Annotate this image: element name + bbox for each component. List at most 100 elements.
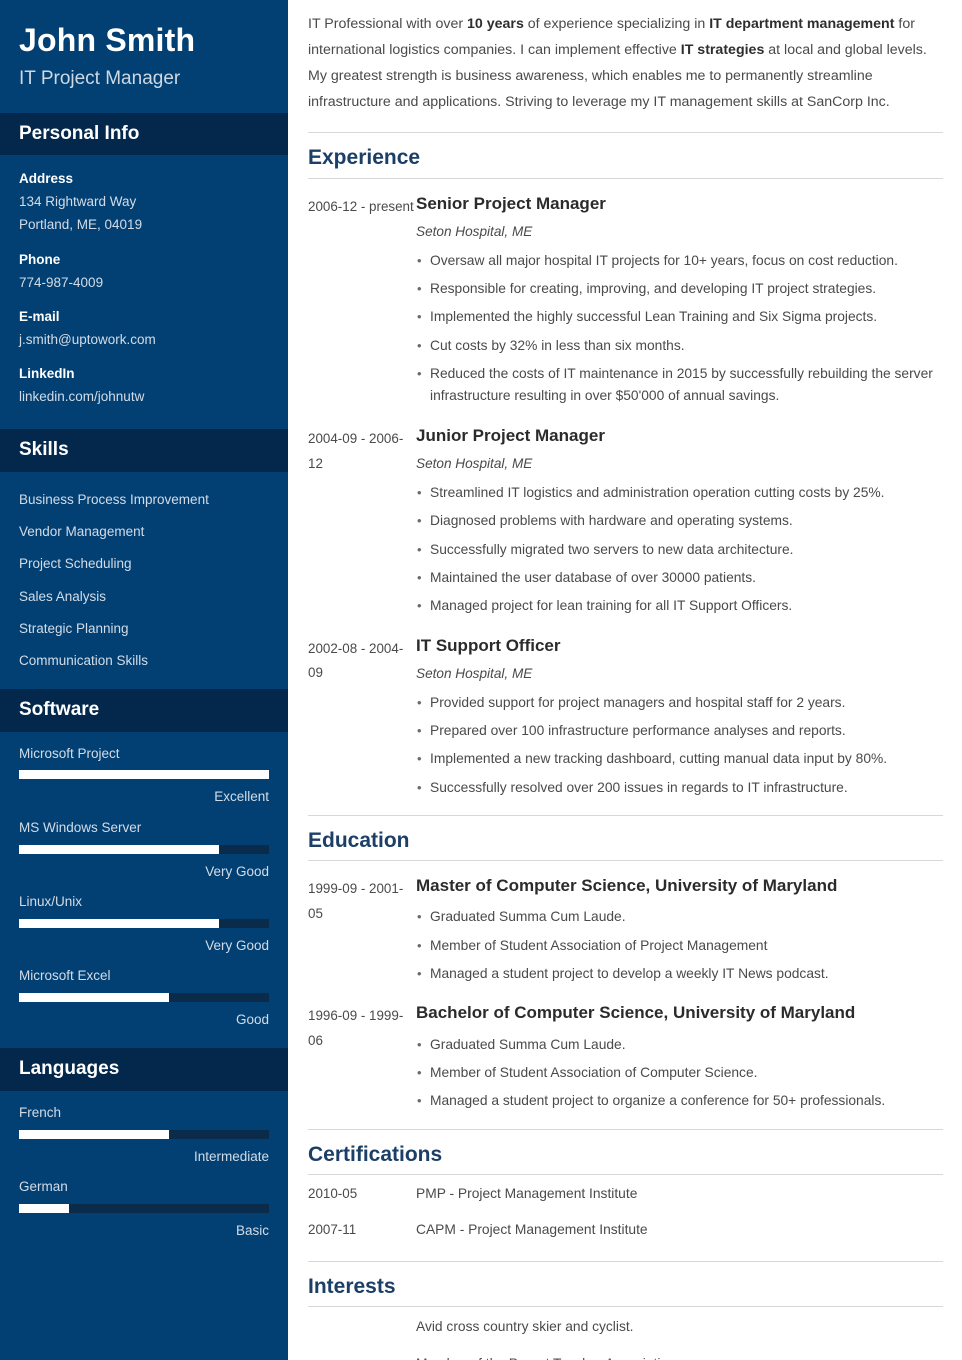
- software-level-label: Excellent: [214, 789, 269, 805]
- experience-section: Experience 2006-12 - present Senior Proje…: [308, 132, 943, 802]
- entry-row: 1999-09 - 2001-05 Master of Computer Scie…: [308, 861, 943, 988]
- language-level-label: Basic: [235, 1222, 269, 1238]
- certification-date: 2007-11: [308, 1222, 357, 1238]
- entry-bullet: Managed a student project to develop a w…: [416, 960, 943, 988]
- software-bar-fill: [19, 918, 219, 928]
- entry-bullet: Provided support for project managers an…: [416, 689, 943, 717]
- entry-body: Bachelor of Computer Science, University…: [416, 1002, 943, 1115]
- entry-bullets: Graduated Summa Cum Laude.Member of Stud…: [416, 1031, 943, 1116]
- entry-bullet: Prepared over 100 infrastructure perform…: [416, 717, 943, 745]
- section-band-skills: Skills: [0, 429, 288, 472]
- interests-heading: Interests: [308, 1261, 943, 1308]
- languages-list: French Intermediate German Basic: [0, 1091, 288, 1259]
- certifications-section: Certifications 2010-05 PMP - Project Mana…: [308, 1128, 943, 1249]
- candidate-role: IT Project Manager: [19, 67, 181, 89]
- certification-name: PMP - Project Management Institute: [416, 1185, 638, 1201]
- software-level-label: Good: [235, 1011, 269, 1027]
- summary-emphasis: 10 years: [467, 16, 524, 32]
- language-bar-fill: [19, 1129, 169, 1139]
- entry-date: 1999-09 - 2001-05: [308, 881, 404, 922]
- summary-text-run: of experience specializing in: [523, 16, 710, 32]
- interest-row: Member of the Parent Teacher Association…: [308, 1344, 943, 1360]
- certification-row: 2007-11 CAPM - Project Management Institu…: [308, 1211, 943, 1248]
- skill-item: Strategic Planning: [19, 620, 129, 636]
- education-entries: 1999-09 - 2001-05 Master of Computer Scie…: [308, 861, 943, 1115]
- certification-date: 2010-05: [308, 1185, 358, 1201]
- certification-name: CAPM - Project Management Institute: [416, 1222, 648, 1238]
- summary-emphasis: IT strategies: [680, 41, 765, 58]
- entry-subtitle: Seton Hospital, ME: [416, 455, 533, 471]
- section-band-languages: Languages: [0, 1048, 288, 1092]
- summary-emphasis: IT department management: [709, 16, 895, 32]
- personal-info-value: Portland, ME, 04019: [19, 217, 143, 233]
- entry-bullet: Managed a student project to organize a …: [416, 1087, 943, 1115]
- personal-info-value: j.smith@uptowork.com: [19, 331, 156, 347]
- entry-bullet: Streamlined IT logistics and administrat…: [416, 479, 943, 507]
- entry-bullets: Streamlined IT logistics and administrat…: [416, 479, 943, 621]
- certification-row: 2010-05 PMP - Project Management Institut…: [308, 1175, 943, 1212]
- entry-bullet: Successfully migrated two servers to new…: [416, 536, 943, 564]
- language-bar-fill: [19, 1203, 69, 1213]
- interests-section: Interests Avid cross country skier and c…: [308, 1261, 943, 1360]
- entry-bullet: Member of Student Association of Project…: [416, 932, 943, 960]
- entry-bullet: Managed project for lean training for al…: [416, 592, 943, 620]
- personal-info-group: Phone 774-987-4009: [19, 250, 269, 294]
- software-bar-fill: [19, 992, 169, 1002]
- software-level-label: Very Good: [205, 937, 269, 953]
- entry-bullets: Graduated Summa Cum Laude.Member of Stud…: [416, 903, 943, 988]
- personal-info-value: 134 Rightward Way: [19, 194, 137, 210]
- personal-info-group: Address 134 Rightward Way Portland, ME, 04…: [19, 169, 269, 236]
- personal-info-group: LinkedIn linkedin.com/johnutw: [19, 364, 269, 408]
- skill-item: Communication Skills: [19, 652, 149, 668]
- section-band-personal-info: Personal Info: [0, 112, 288, 156]
- skills-list: Business Process Improvement Vendor Manag…: [0, 472, 288, 689]
- summary-text-run: IT Professional with over: [308, 16, 468, 32]
- sidebar-header: John Smith IT Project Manager: [0, 0, 288, 113]
- entry-title: Junior Project Manager: [416, 425, 605, 445]
- software-bar-track: [19, 918, 269, 928]
- software-name: Microsoft Project: [19, 745, 120, 761]
- entry-row: 1996-09 - 1999-06 Bachelor of Computer Sc…: [308, 988, 943, 1115]
- interest-date-spacer: [308, 1317, 416, 1338]
- entry-title: Master of Computer Science, University o…: [416, 876, 838, 896]
- language-item: German Basic: [19, 1178, 269, 1239]
- resume-document: John Smith IT Project Manager Personal I…: [0, 0, 962, 1360]
- entry-subtitle: Seton Hospital, ME: [416, 223, 533, 239]
- entry-bullet: Responsible for creating, improving, and…: [416, 275, 943, 303]
- software-name: MS Windows Server: [19, 820, 142, 836]
- entry-bullet: Cut costs by 32% in less than six months…: [416, 332, 943, 360]
- candidate-name: John Smith: [19, 22, 196, 58]
- entry-date: 2002-08 - 2004-09: [308, 640, 404, 681]
- software-bar-track: [19, 844, 269, 854]
- software-bar-track: [19, 992, 269, 1002]
- education-heading: Education: [308, 815, 943, 862]
- entry-bullet: Oversaw all major hospital IT projects f…: [416, 247, 943, 275]
- personal-info-value: 774-987-4009: [19, 274, 104, 290]
- software-level-label: Very Good: [205, 863, 269, 879]
- interest-text: Avid cross country skier and cyclist.: [416, 1319, 634, 1335]
- entry-body: Junior Project Manager Seton Hospital, ME…: [416, 425, 943, 621]
- language-level-label: Intermediate: [193, 1148, 269, 1164]
- entry-bullet: Graduated Summa Cum Laude.: [416, 1031, 943, 1059]
- entry-date: 1996-09 - 1999-06: [308, 1008, 404, 1049]
- language-bar-track: [19, 1129, 269, 1139]
- entry-bullet: Reduced the costs of IT maintenance in 2…: [416, 360, 943, 411]
- entry-body: IT Support Officer Seton Hospital, ME Prov…: [416, 635, 943, 803]
- skill-item: Project Scheduling: [19, 556, 132, 572]
- entry-bullets: Provided support for project managers an…: [416, 689, 943, 802]
- interest-date-spacer: [308, 1354, 416, 1360]
- entry-row: 2006-12 - present Senior Project Manager S…: [308, 179, 943, 411]
- software-bar-fill: [19, 770, 269, 780]
- entry-bullet: Diagnosed problems with hardware and ope…: [416, 507, 943, 535]
- personal-info-label: LinkedIn: [19, 365, 75, 381]
- personal-info-label: E-mail: [19, 308, 60, 324]
- experience-entries: 2006-12 - present Senior Project Manager S…: [308, 179, 943, 803]
- entry-bullet: Successfully resolved over 200 issues in…: [416, 774, 943, 802]
- language-name: French: [19, 1105, 62, 1121]
- entry-date: 2004-09 - 2006-12: [308, 430, 404, 471]
- education-section: Education 1999-09 - 2001-05 Master of Com…: [308, 815, 943, 1115]
- entry-subtitle: Seton Hospital, ME: [416, 665, 533, 681]
- software-list: Microsoft Project Excellent MS Windows Ser…: [0, 732, 288, 1048]
- entry-row: 2004-09 - 2006-12 Junior Project Manager S…: [308, 411, 943, 621]
- software-item: Linux/Unix Very Good: [19, 893, 269, 954]
